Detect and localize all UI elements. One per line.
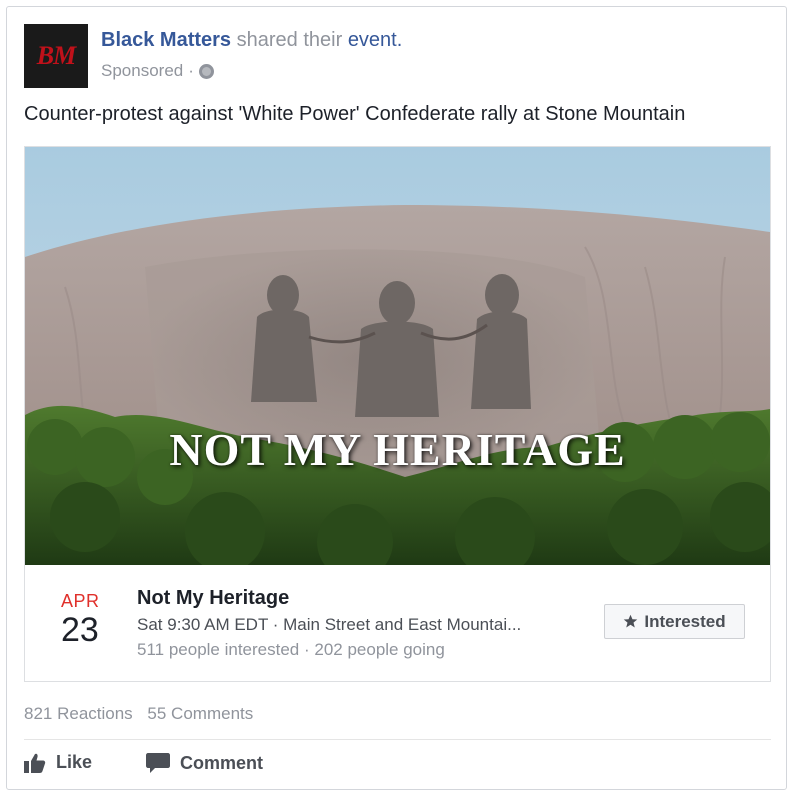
shared-text: shared their (236, 29, 343, 51)
event-date-day: 23 (61, 611, 99, 649)
sponsored-label[interactable]: Sponsored (101, 61, 183, 81)
speech-bubble-icon (146, 753, 170, 773)
post-header: Black Matters shared their event. (101, 29, 402, 52)
event-link[interactable]: event. (348, 29, 402, 51)
engagement-summary: 821 Reactions 55 Comments (24, 704, 253, 724)
image-overlay-text: NOT MY HERITAGE (169, 424, 626, 475)
page-name-link[interactable]: Black Matters (101, 29, 231, 51)
event-cover-image[interactable]: NOT MY HERITAGE (25, 147, 770, 565)
thumbs-up-icon (24, 753, 46, 773)
meta-separator: · (188, 61, 194, 80)
event-time-location: Sat 9:30 AM EDT · Main Street and East M… (137, 615, 522, 634)
event-date-month: APR (61, 591, 100, 611)
event-attachment[interactable]: NOT MY HERITAGE APR 23 Not My Heritage S… (24, 146, 771, 682)
post-text: Counter-protest against 'White Power' Co… (24, 103, 686, 125)
like-label: Like (56, 752, 93, 772)
comment-label: Comment (180, 752, 264, 773)
post-meta: Sponsored · (101, 61, 214, 81)
event-info: APR 23 Not My Heritage Sat 9:30 AM EDT ·… (25, 565, 770, 681)
event-stats: 511 people interested · 202 people going (137, 640, 445, 659)
star-icon (624, 614, 638, 628)
reactions-count[interactable]: 821 Reactions (24, 704, 133, 723)
globe-icon[interactable] (198, 63, 214, 79)
comment-button[interactable]: Comment (146, 752, 263, 774)
actions-divider (24, 739, 771, 740)
interested-label: Interested (644, 611, 726, 631)
page-avatar[interactable]: BM (24, 24, 88, 88)
interested-button[interactable]: Interested (604, 604, 745, 639)
event-title[interactable]: Not My Heritage (137, 587, 289, 610)
stone-mountain-carving-image (25, 147, 770, 565)
like-button[interactable]: Like (24, 752, 92, 773)
comments-count[interactable]: 55 Comments (147, 704, 253, 723)
avatar-logo-text: BM (36, 41, 76, 70)
